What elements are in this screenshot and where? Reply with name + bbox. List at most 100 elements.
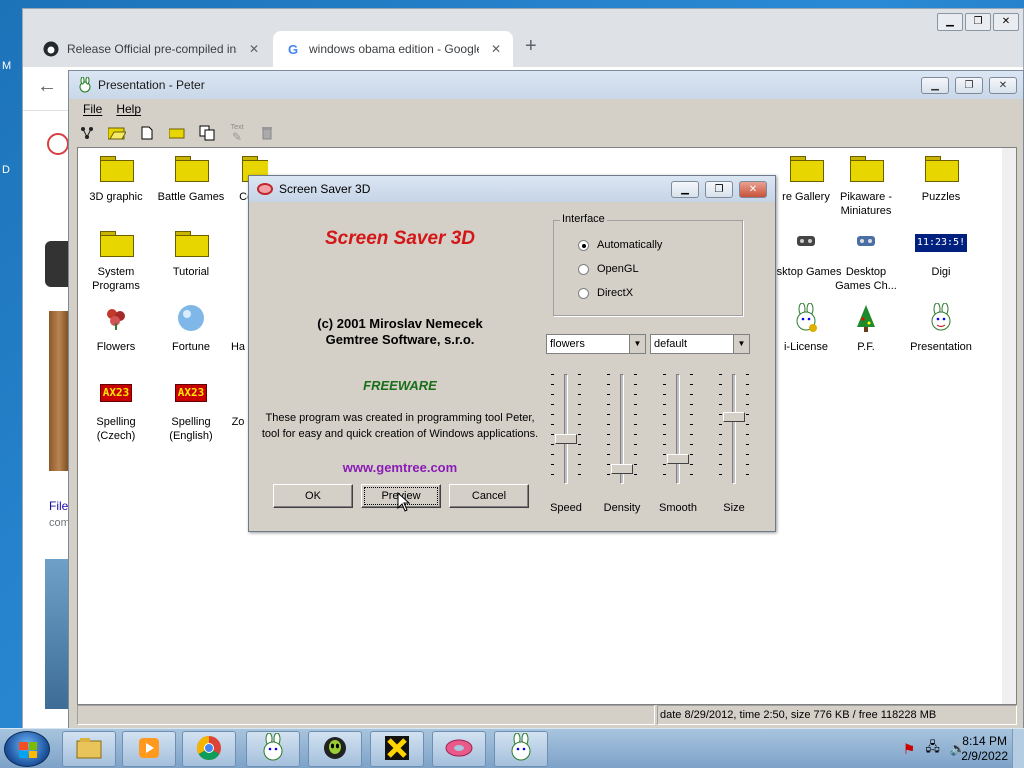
media-player-icon (137, 736, 161, 763)
website-link[interactable]: www.gemtree.com (255, 460, 545, 475)
rabbit-app-icon (79, 77, 91, 93)
browser-tabstrip: Release Official pre-compiled ins ✕ G wi… (23, 9, 1023, 67)
x-app-icon (384, 735, 410, 764)
menu-help[interactable]: Help (116, 102, 141, 116)
item-pf[interactable]: P.F. (828, 300, 904, 354)
image-thumbnail[interactable] (45, 559, 69, 709)
taskbar-alien-app[interactable] (308, 731, 362, 767)
vertical-scrollbar[interactable] (1002, 148, 1016, 704)
folder-icon (848, 150, 884, 186)
tree-icon[interactable] (77, 123, 97, 143)
density-slider[interactable] (607, 374, 637, 484)
taskbar-clock[interactable]: 8:14 PM 2/9/2022 (961, 734, 1008, 764)
copy-icon[interactable] (197, 123, 217, 143)
copyright: (c) 2001 Miroslav Nemecek Gemtree Softwa… (255, 316, 545, 348)
item-3d-graphic[interactable]: 3D graphic (78, 150, 154, 204)
chevron-down-icon[interactable]: ▼ (733, 335, 749, 353)
item-spelling-czech[interactable]: AX23 Spelling (Czech) (78, 375, 154, 443)
radio-directx[interactable]: DirectX (578, 287, 633, 299)
item-pikaware-miniatures[interactable]: Pikaware - Miniatures (828, 150, 904, 218)
close-button[interactable]: ✕ (989, 77, 1017, 94)
status-pane-left (77, 705, 655, 725)
item-digi[interactable]: 11:23:5! Digi (903, 225, 979, 279)
smooth-slider[interactable] (663, 374, 693, 484)
close-button[interactable]: ✕ (739, 181, 767, 198)
donut-icon (257, 183, 273, 195)
item-puzzles[interactable]: Puzzles (903, 150, 979, 204)
flowers-icon (98, 300, 134, 336)
tab-github-release[interactable]: Release Official pre-compiled ins ✕ (31, 31, 271, 67)
menu-file[interactable]: File (83, 102, 102, 116)
cancel-button[interactable]: Cancel (449, 484, 529, 508)
minimize-button[interactable]: ▁ (671, 181, 699, 198)
item-tutorial[interactable]: Tutorial (153, 225, 229, 279)
radio-automatically[interactable]: Automatically (578, 239, 662, 251)
maximize-button[interactable]: ❐ (705, 181, 733, 198)
open-folder-icon[interactable] (107, 123, 127, 143)
show-desktop-button[interactable] (1012, 729, 1024, 768)
interface-legend: Interface (560, 213, 607, 225)
item-zo[interactable]: Zo (228, 375, 248, 429)
slider-thumb[interactable] (667, 454, 689, 464)
new-file-icon[interactable] (137, 123, 157, 143)
minimize-button[interactable]: ▁ (937, 13, 963, 31)
minimize-button[interactable]: ▁ (921, 77, 949, 94)
window-titlebar[interactable]: Presentation - Peter (69, 71, 1023, 99)
new-tab-button[interactable]: + (525, 35, 537, 58)
size-slider[interactable] (719, 374, 749, 484)
speed-slider[interactable] (551, 374, 581, 484)
taskbar-screensaver[interactable] (432, 731, 486, 767)
style-select[interactable]: default ▼ (650, 334, 750, 354)
folder-icon (923, 150, 959, 186)
taskbar-presentation[interactable] (494, 731, 548, 767)
radio-opengl[interactable]: OpenGL (578, 263, 639, 275)
folder-icon[interactable] (167, 123, 187, 143)
result-snippet-title[interactable]: File (49, 499, 68, 513)
page-content-edge: File com (23, 111, 70, 731)
crystal-ball-icon (173, 300, 209, 336)
item-flowers[interactable]: Flowers (78, 300, 154, 354)
taskbar-media-player[interactable] (122, 731, 176, 767)
item-fortune[interactable]: Fortune (153, 300, 229, 354)
action-center-flag-icon[interactable]: ⚑ (903, 741, 916, 758)
item-desktop-games-ch[interactable]: Desktop Games Ch... (828, 225, 904, 293)
taskbar-x-app[interactable] (370, 731, 424, 767)
close-icon[interactable]: ✕ (249, 42, 259, 56)
back-button[interactable]: ← (37, 75, 57, 98)
start-button[interactable] (4, 731, 50, 767)
menu-bar: File Help (69, 99, 1023, 119)
taskbar-explorer[interactable] (62, 731, 116, 767)
close-icon[interactable]: ✕ (491, 42, 501, 56)
item-spelling-english[interactable]: AX23 Spelling (English) (153, 375, 229, 443)
close-button[interactable]: ✕ (993, 13, 1019, 31)
trash-icon[interactable] (257, 123, 277, 143)
screensaver-dialog: Screen Saver 3D ▁ ❐ ✕ Screen Saver 3D (c… (248, 175, 776, 532)
image-thumbnail[interactable] (49, 311, 69, 471)
chevron-down-icon[interactable]: ▼ (629, 335, 645, 353)
folder-icon (173, 150, 209, 186)
slider-thumb[interactable] (723, 412, 745, 422)
ok-button[interactable]: OK (273, 484, 353, 508)
item-system-programs[interactable]: System Programs (78, 225, 154, 293)
slider-thumb[interactable] (611, 464, 633, 474)
google-logo-fragment (47, 133, 69, 155)
folder-icon (173, 225, 209, 261)
window-title: Presentation - Peter (98, 78, 205, 92)
status-text: date 8/29/2012, time 2:50, size 776 KB /… (657, 705, 1017, 725)
taskbar-chrome[interactable] (182, 731, 236, 767)
taskbar-peter[interactable] (246, 731, 300, 767)
network-icon[interactable]: 🖧 (925, 738, 940, 760)
item-battle-games[interactable]: Battle Games (153, 150, 229, 204)
clock-date: 2/9/2022 (961, 749, 1008, 763)
slider-thumb[interactable] (555, 434, 577, 444)
explorer-icon (76, 737, 102, 762)
item-presentation[interactable]: Presentation (903, 300, 979, 354)
item-ha[interactable]: Ha (228, 300, 248, 354)
scene-select[interactable]: flowers ▼ (546, 334, 646, 354)
maximize-button[interactable]: ❐ (965, 13, 991, 31)
image-thumbnail[interactable] (45, 241, 69, 287)
text-icon[interactable]: Text ✎ (227, 123, 247, 143)
tab-google-search[interactable]: G windows obama edition - Google ✕ (273, 31, 513, 67)
maximize-button[interactable]: ❐ (955, 77, 983, 94)
spelling-icon: AX23 (98, 375, 134, 411)
